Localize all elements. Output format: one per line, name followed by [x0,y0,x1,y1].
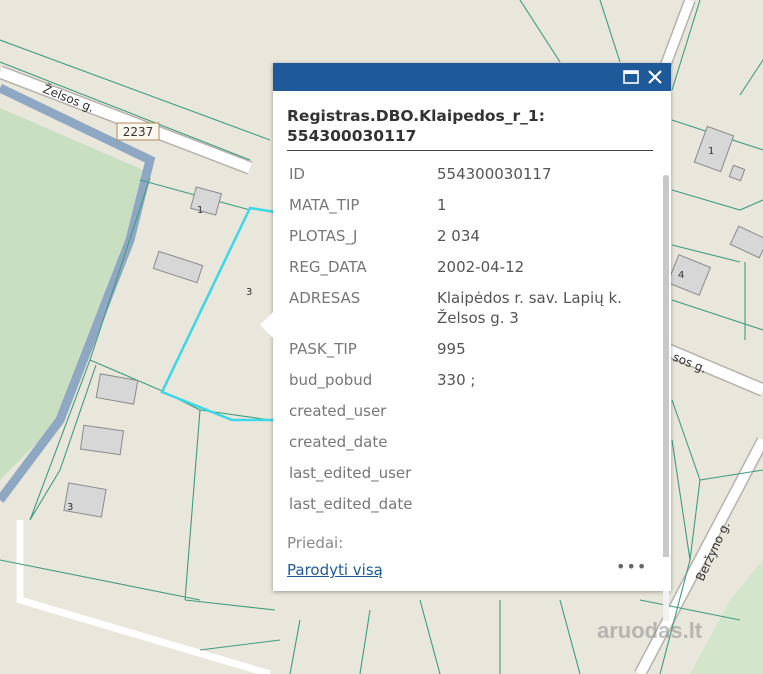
house-number: 3 [246,287,252,298]
attribute-value: Klaipėdos r. sav. Lapių k. Želsos g. 3 [437,289,622,327]
house-number: 3 [67,502,73,513]
attribute-value [435,489,653,520]
popup-title: Registras.DBO.Klaipedos_r_1: 55430003011… [287,106,653,151]
feature-popup: Registras.DBO.Klaipedos_r_1: 55430003011… [260,63,671,621]
attribute-key: last_edited_user [289,464,412,482]
attribute-row: ID 554300030117 [287,159,653,190]
attribute-key: created_date [289,433,388,451]
house-number: 1 [197,205,203,216]
popup-scrollbar[interactable] [663,175,669,621]
attribute-key: MATA_TIP [289,196,360,214]
popup-body: Registras.DBO.Klaipedos_r_1: 55430003011… [287,91,661,551]
attribute-value: 2002-04-12 [437,258,525,276]
attribute-key: ADRESAS [289,289,361,307]
attribute-value: 554300030117 [437,165,552,183]
attribute-row: REG_DATA 2002-04-12 [287,252,653,283]
attribute-row: MATA_TIP 1 [287,190,653,221]
attribute-row: PASK_TIP 995 [287,334,653,365]
attribute-key: PLOTAS_J [289,227,358,245]
attribute-key: ID [289,165,305,183]
attribute-key: last_edited_date [289,495,413,513]
attribute-row: created_user [287,396,653,427]
attribute-row: ADRESAS Klaipėdos r. sav. Lapių k. Želsos… [287,283,653,334]
road-badge-label: 2237 [123,125,154,139]
attribute-key: created_user [289,402,387,420]
attribute-key: bud_pobud [289,371,373,389]
attribute-value [435,458,653,489]
watermark: aruodas.lt [597,618,703,643]
attribute-value: 995 [437,340,466,358]
attribute-row: last_edited_date [287,489,653,520]
house-number: 4 [678,270,684,281]
popup-pointer [260,311,274,339]
popup-header [273,63,671,91]
attribute-row: last_edited_user [287,458,653,489]
attribute-value [435,396,653,427]
popup-footer: Parodyti visą ••• [273,557,671,591]
attribute-value [435,427,653,458]
close-icon[interactable] [645,67,665,87]
attribute-key: REG_DATA [289,258,367,276]
attribute-value: 330 ; [437,371,476,389]
house-number: 1 [708,146,714,157]
attachments-label: Priedai: [287,534,344,551]
scrollbar-thumb[interactable] [663,175,669,560]
more-icon[interactable]: ••• [616,557,647,576]
attribute-key: PASK_TIP [289,340,357,358]
show-all-link[interactable]: Parodyti visą [287,561,383,579]
attribute-value: 2 034 [437,227,480,245]
maximize-icon[interactable] [621,67,641,87]
attribute-table: ID 554300030117 MATA_TIP 1 PLOTAS_J 2 034 REG_… [287,159,653,520]
attribute-row: PLOTAS_J 2 034 [287,221,653,252]
attribute-row: created_date [287,427,653,458]
attribute-value: 1 [437,196,447,214]
attribute-row: bud_pobud 330 ; [287,365,653,396]
